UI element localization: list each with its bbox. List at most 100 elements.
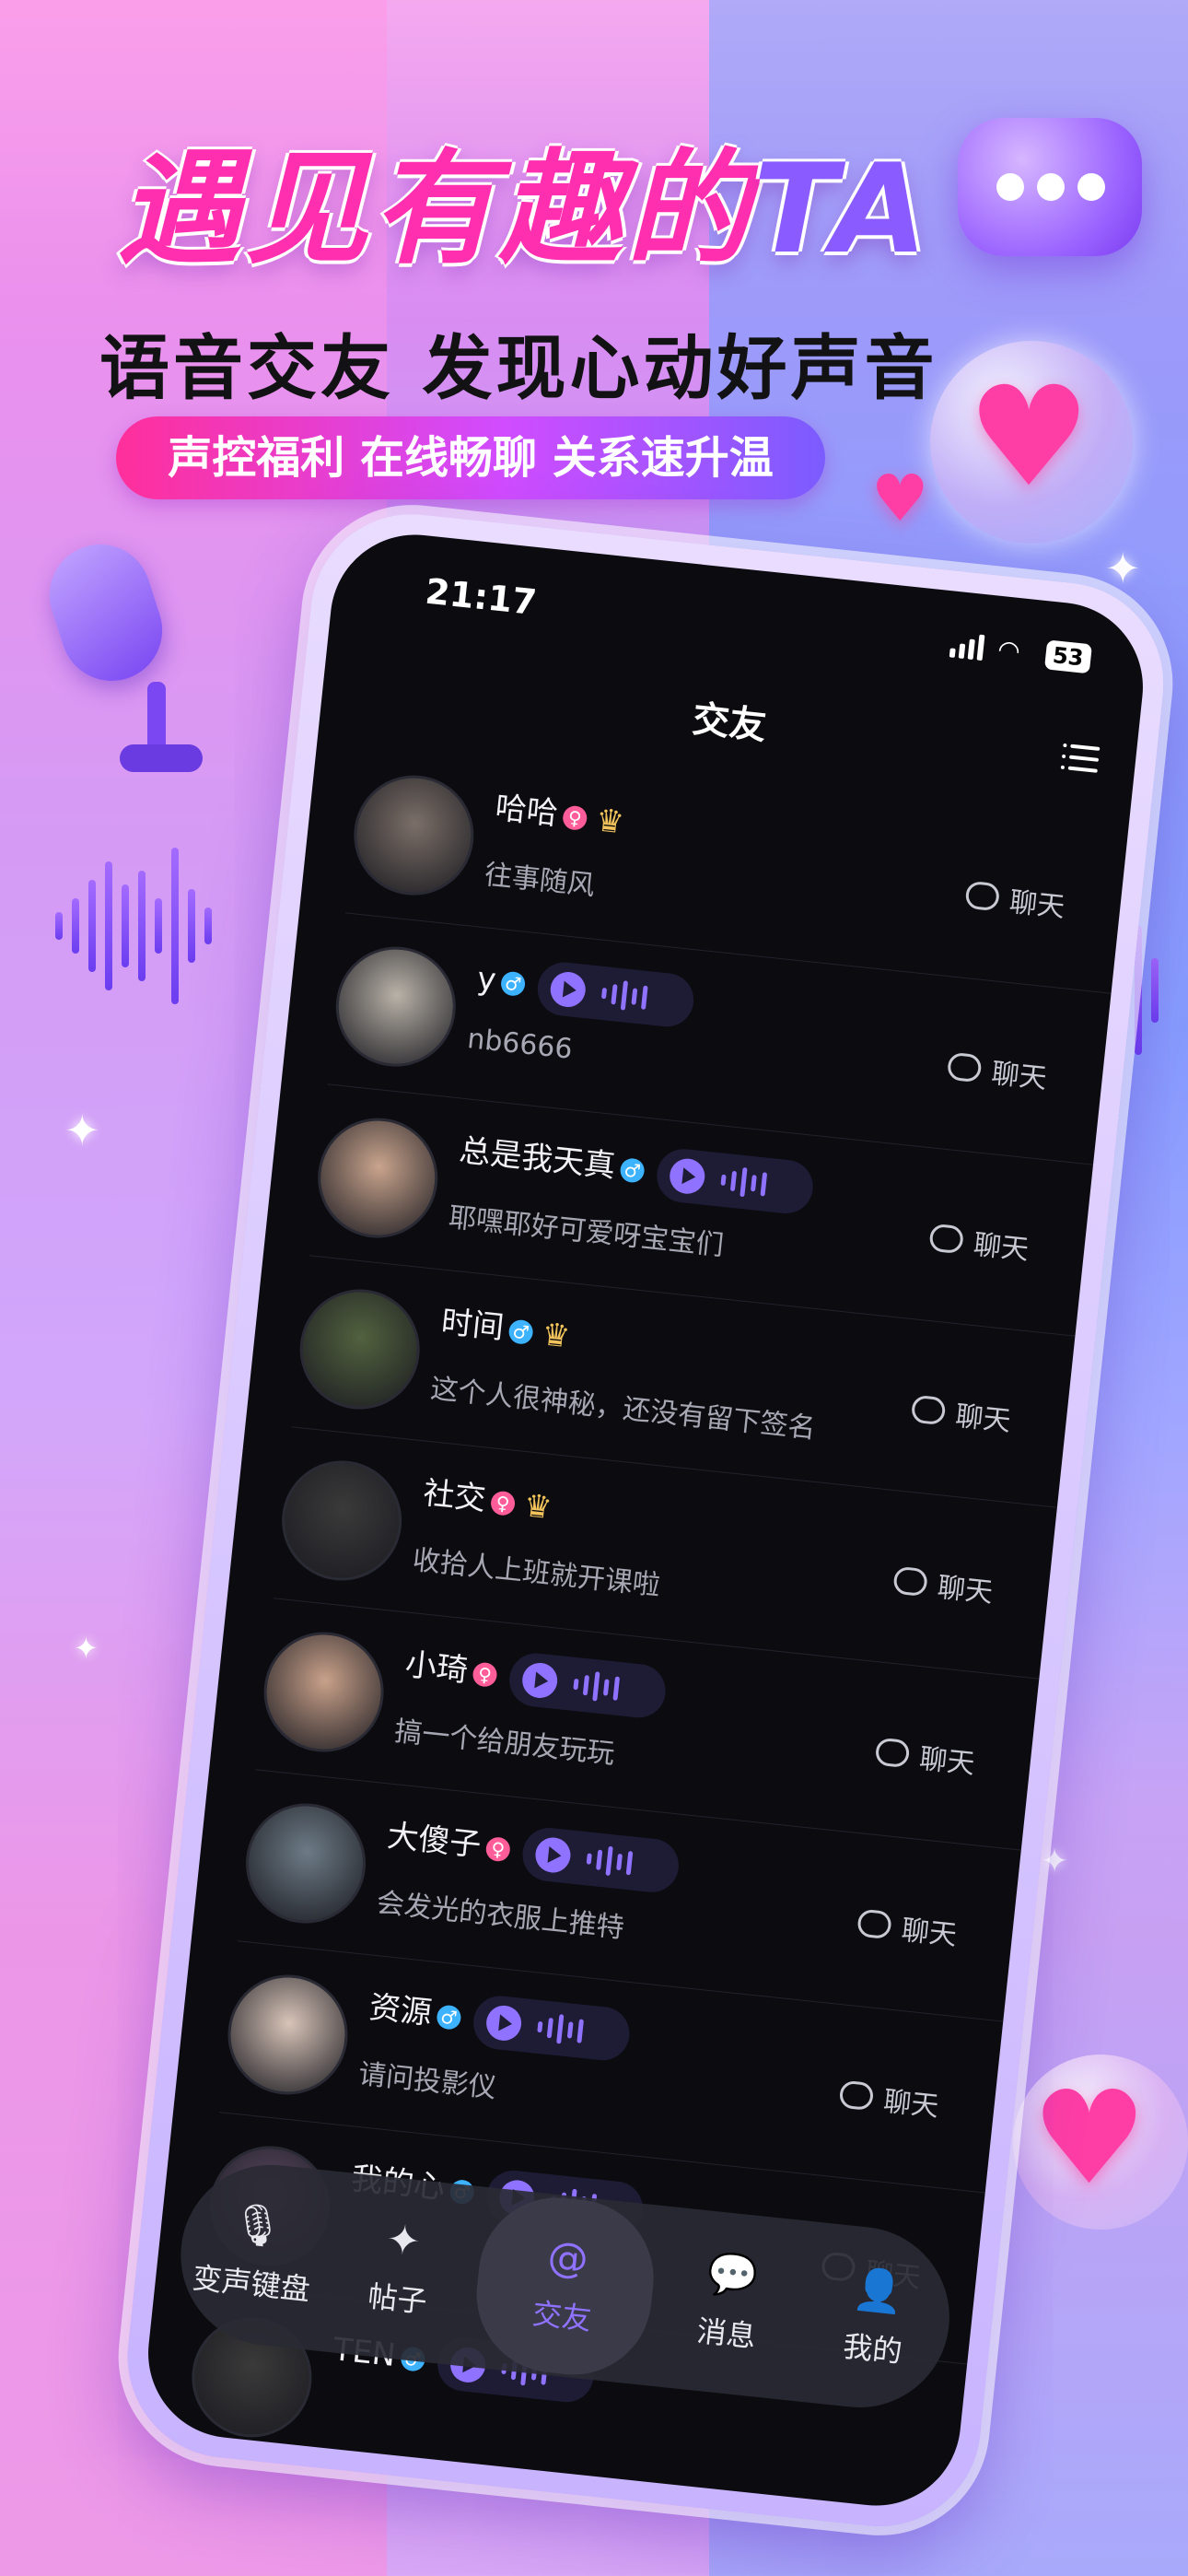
voice-wave-icon: [572, 1669, 621, 1703]
chat-bubble-icon: [928, 1223, 965, 1255]
avatar[interactable]: [275, 1455, 408, 1587]
chat-button[interactable]: 聊天: [910, 1388, 1013, 1439]
chat-label: 聊天: [1007, 885, 1066, 924]
headline-main: 遇见有趣的: [118, 137, 754, 281]
microphone-icon: 🎙: [229, 2199, 285, 2252]
user-name: 时间: [439, 1303, 507, 1347]
avatar[interactable]: [294, 1283, 426, 1415]
tab-chat-bubble[interactable]: 💬 消息: [653, 2219, 807, 2389]
heart-orb-decoration-bottom: ♥: [1013, 2055, 1188, 2230]
sparkle-icon: ✦: [64, 1106, 100, 1155]
tab-microphone[interactable]: 🎙 变声键盘: [178, 2169, 332, 2339]
user-name: 社交: [421, 1474, 488, 1518]
female-icon: ♀: [562, 804, 588, 831]
chat-bubble-icon: [838, 2079, 875, 2112]
avatar[interactable]: [347, 769, 480, 902]
chat-bubble-icon: [946, 1051, 983, 1083]
chat-label: 聊天: [953, 1399, 1013, 1438]
voice-intro-button[interactable]: [507, 1650, 669, 1720]
chat-bubble-icon: [856, 1908, 893, 1940]
chat-bubble-icon: [874, 1737, 911, 1769]
chat-button[interactable]: 聊天: [838, 2074, 941, 2125]
sparkle-icon: ✦: [74, 1631, 99, 1666]
promo-headline: 遇见有趣的TA: [118, 131, 947, 287]
heart-icon: ♥: [1031, 2064, 1147, 2214]
user-name: 大傻子: [385, 1817, 483, 1865]
chat-bubble-icon: [892, 1565, 929, 1598]
user-signature: 这个人很神秘，还没有留下签名: [428, 1372, 818, 1446]
chat-bubble-icon: 💬: [705, 2249, 761, 2302]
avatar[interactable]: [311, 1112, 444, 1245]
user-signature: 耶嘿耶好可爱呀宝宝们: [447, 1200, 726, 1263]
user-name: 总是我天真: [457, 1131, 618, 1186]
chat-button[interactable]: 聊天: [928, 1217, 1031, 1268]
chat-bubble-decoration-icon: [958, 118, 1142, 256]
chat-button[interactable]: 聊天: [964, 874, 1067, 925]
heart-orb-decoration: ♥: [930, 341, 1133, 544]
voice-intro-button[interactable]: [654, 1145, 816, 1216]
sparkle-icon: ✦: [1041, 1843, 1069, 1880]
user-name: 资源: [367, 1988, 434, 2032]
chat-label: 聊天: [936, 1571, 995, 1610]
chat-label: 聊天: [972, 1228, 1031, 1267]
male-icon: ♂: [436, 2003, 462, 2031]
tab-sparkle[interactable]: ✦ 帖子: [324, 2184, 478, 2354]
chat-label: 聊天: [900, 1914, 959, 1952]
play-icon: [548, 970, 588, 1009]
voice-intro-button[interactable]: [471, 1993, 633, 2063]
voice-intro-button[interactable]: [535, 959, 697, 1030]
phone-screen: 21:17 ◠ 53 交友 哈哈 ♀ ♛ 往事随风 聊天 y ♂ nb6666 聊天 总是我天真 ♂…: [139, 526, 1152, 2514]
chat-button[interactable]: 聊天: [946, 1046, 1049, 1096]
user-signature: 收拾人上班就开课啦: [411, 1543, 662, 1602]
microphone-decoration-icon: [36, 531, 203, 774]
user-name-line: 社交 ♀ ♛: [422, 1468, 555, 1527]
chat-label: 聊天: [881, 2085, 940, 2124]
heart-icon: ♥: [967, 357, 1091, 518]
tab-label: 帖子: [366, 2278, 429, 2320]
user-name: 哈哈: [493, 789, 560, 833]
tab-label: 消息: [694, 2313, 758, 2355]
promo-subheadline: 语音交友 发现心动好声音: [99, 327, 938, 409]
user-name-line: 时间 ♂ ♛: [439, 1296, 573, 1355]
user-name-line: 哈哈 ♀ ♛: [494, 782, 627, 841]
user-signature: 会发光的衣服上推特: [375, 1886, 626, 1945]
headline-accent: TA: [753, 137, 931, 281]
voice-wave-icon: [586, 1844, 634, 1878]
user-signature: 请问投影仪: [356, 2057, 498, 2105]
chat-button[interactable]: 聊天: [874, 1731, 977, 1782]
play-icon: [668, 1156, 707, 1196]
tab-at[interactable]: @ 交友: [469, 2190, 662, 2383]
user-name: 小琦: [403, 1645, 470, 1690]
signal-icon: [949, 631, 985, 662]
chat-button[interactable]: 聊天: [891, 1560, 995, 1610]
tab-label: 变声键盘: [191, 2260, 312, 2308]
at-icon: @: [545, 2232, 591, 2284]
voice-wave-icon: [719, 1165, 768, 1199]
male-icon: ♂: [499, 970, 527, 998]
status-icons: ◠ 53: [949, 629, 1093, 674]
user-signature: 搞一个给朋友玩玩: [392, 1715, 617, 1771]
chat-bubble-icon: [910, 1394, 947, 1426]
avatar[interactable]: [222, 1969, 354, 2101]
voice-wave-icon: [600, 978, 648, 1013]
voice-intro-button[interactable]: [519, 1824, 681, 1895]
tab-person[interactable]: 👤 我的: [798, 2233, 952, 2404]
chat-button[interactable]: 聊天: [856, 1903, 959, 1953]
user-signature: nb6666: [465, 1023, 575, 1066]
female-icon: ♀: [484, 1835, 512, 1863]
crown-icon: ♛: [594, 801, 626, 841]
avatar[interactable]: [258, 1626, 390, 1758]
tab-label: 我的: [841, 2328, 904, 2370]
user-name-line: y ♂: [474, 954, 697, 1030]
play-icon: [484, 2003, 524, 2043]
avatar[interactable]: [239, 1797, 372, 1929]
female-icon: ♀: [489, 1489, 517, 1516]
person-icon: 👤: [851, 2265, 907, 2317]
menu-list-icon[interactable]: [1060, 738, 1101, 779]
avatar[interactable]: [330, 941, 462, 1073]
crown-icon: ♛: [521, 1486, 554, 1527]
promo-pill: 声控福利 在线畅聊 关系速升温: [116, 416, 825, 499]
play-icon: [533, 1835, 573, 1874]
female-icon: ♀: [472, 1660, 498, 1688]
wifi-icon: ◠: [996, 633, 1022, 667]
